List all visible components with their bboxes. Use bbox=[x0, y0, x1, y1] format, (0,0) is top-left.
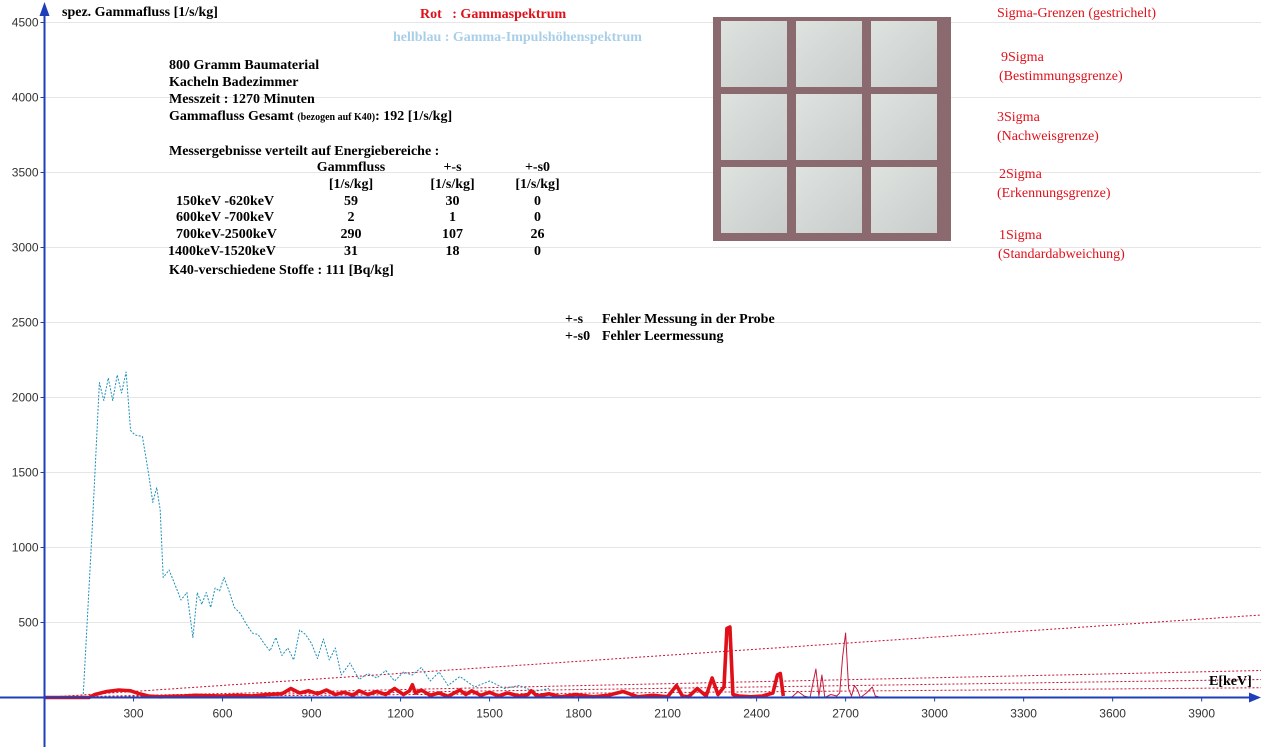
y-tick-label: 2000 bbox=[12, 391, 39, 405]
table-cell: 600keV -700keV bbox=[176, 210, 275, 226]
table-header-row: Gammfluss +-s +-s0 bbox=[168, 160, 574, 177]
table-header-cell: Gammfluss bbox=[316, 160, 386, 176]
y-tick-label: 4000 bbox=[12, 91, 39, 105]
table-unit-cell: [1/s/kg] bbox=[430, 177, 475, 193]
y-tick-label: 3000 bbox=[12, 241, 39, 255]
tile-image bbox=[796, 94, 862, 160]
table-unit-cell bbox=[168, 177, 298, 194]
sigma-2-label: 2Sigma bbox=[999, 167, 1042, 182]
sigma-line bbox=[44, 614, 1261, 698]
sigma-9-desc: (Bestimmungsgrenze) bbox=[999, 69, 1123, 84]
legend-red: Rot : Gammaspektrum bbox=[420, 7, 567, 22]
series-line bbox=[783, 632, 882, 698]
info-line-3: Messzeit : 1270 Minuten bbox=[169, 92, 315, 107]
series-line bbox=[44, 625, 786, 700]
x-tick-label: 2100 bbox=[654, 707, 681, 721]
x-tick-label: 3000 bbox=[921, 707, 948, 721]
table-unit-row: [1/s/kg] [1/s/kg] [1/s/kg] bbox=[168, 177, 574, 194]
note-s-key: +-s bbox=[565, 312, 584, 327]
table-cell: 0 bbox=[534, 210, 541, 226]
y-axis-label: spez. Gammafluss [1/s/kg] bbox=[62, 5, 218, 20]
x-tick-label: 600 bbox=[213, 707, 233, 721]
table-header-cell: +-s0 bbox=[524, 160, 551, 176]
info-line-4: Gammafluss Gesamt (bezogen auf K40): 192… bbox=[169, 108, 452, 126]
tile-image bbox=[871, 21, 937, 87]
tile-image bbox=[796, 21, 862, 87]
table-cell: 1400keV-1520keV bbox=[168, 243, 276, 259]
y-tick-label: 500 bbox=[18, 616, 38, 630]
series-lines bbox=[44, 371, 882, 700]
table-cell: 26 bbox=[530, 227, 545, 243]
note-s0-key: +-s0 bbox=[565, 329, 591, 344]
x-axis-label: E[keV] bbox=[1209, 674, 1252, 689]
note-s-text: Fehler Messung in der Probe bbox=[602, 312, 775, 327]
total-flux-label: Gammafluss Gesamt bbox=[169, 109, 294, 124]
table-cell: 290 bbox=[340, 227, 362, 243]
tile-image bbox=[721, 21, 787, 87]
x-axis-arrow bbox=[1249, 692, 1261, 703]
tile-image bbox=[871, 167, 937, 233]
y-tick-label: 2500 bbox=[12, 316, 39, 330]
results-heading: Messergebnisse verteilt auf Energieberei… bbox=[169, 144, 440, 159]
x-tick-label: 1500 bbox=[476, 707, 503, 721]
tile-image bbox=[796, 167, 862, 233]
sigma-1-desc: (Standardabweichung) bbox=[998, 247, 1125, 262]
table-row: 700keV-2500keV 290 107 26 bbox=[168, 227, 574, 244]
y-axis-arrow bbox=[39, 2, 50, 16]
x-tick-label: 2700 bbox=[832, 707, 859, 721]
table-cell: 107 bbox=[442, 227, 463, 243]
x-tick-label: 900 bbox=[302, 707, 322, 721]
table-header-cell: +-s bbox=[443, 160, 462, 176]
x-tick-label: 2400 bbox=[743, 707, 770, 721]
table-unit-cell: [1/s/kg] bbox=[328, 177, 374, 193]
table-cell: 700keV-2500keV bbox=[176, 227, 277, 243]
table-row: 1400keV-1520keV 31 18 0 bbox=[168, 243, 574, 260]
table-cell: 30 bbox=[445, 193, 460, 209]
table-row: 150keV -620keV 59 30 0 bbox=[168, 193, 574, 210]
y-tick-label: 1000 bbox=[12, 541, 39, 555]
legend-lightblue: hellblau : Gamma-Impulshöhenspektrum bbox=[393, 30, 642, 45]
total-flux-value: : 192 [1/s/kg] bbox=[375, 109, 453, 124]
tile-image bbox=[721, 167, 787, 233]
total-flux-note: (bezogen auf K40) bbox=[297, 112, 376, 123]
table-cell: 150keV -620keV bbox=[176, 193, 275, 209]
x-tick-label: 3600 bbox=[1099, 707, 1126, 721]
x-tick-label: 3300 bbox=[1010, 707, 1037, 721]
table-cell: 1 bbox=[449, 210, 456, 226]
sigma-2-desc: (Erkennungsgrenze) bbox=[997, 186, 1111, 201]
tiles-photo bbox=[713, 17, 951, 241]
sigma-title: Sigma-Grenzen (gestrichelt) bbox=[997, 6, 1156, 21]
table-cell: 0 bbox=[534, 243, 541, 259]
info-line-2: Kacheln Badezimmer bbox=[169, 75, 299, 90]
y-tick-label: 1500 bbox=[12, 466, 39, 480]
table-cell: 59 bbox=[344, 193, 358, 209]
sigma-3-label: 3Sigma bbox=[997, 110, 1040, 125]
x-tick-label: 3900 bbox=[1188, 707, 1215, 721]
sigma-lines bbox=[44, 614, 1261, 698]
tile-image bbox=[871, 94, 937, 160]
note-s0-text: Fehler Leermessung bbox=[602, 329, 724, 344]
sigma-line bbox=[44, 670, 1261, 698]
tile-image bbox=[721, 94, 787, 160]
sigma-9-label: 9Sigma bbox=[1001, 50, 1044, 65]
table-cell: 18 bbox=[445, 243, 460, 259]
x-tick-label: 300 bbox=[124, 707, 144, 721]
table-cell: 31 bbox=[344, 243, 358, 259]
x-tick-label: 1800 bbox=[565, 707, 592, 721]
info-line-1: 800 Gramm Baumaterial bbox=[169, 58, 320, 73]
table-cell: 0 bbox=[534, 193, 541, 209]
sigma-1-label: 1Sigma bbox=[999, 228, 1042, 243]
x-tick-label: 1200 bbox=[387, 707, 414, 721]
table-header-cell bbox=[168, 160, 298, 177]
table-unit-cell: [1/s/kg] bbox=[515, 177, 560, 193]
series-line bbox=[82, 371, 549, 698]
results-table: Gammfluss +-s +-s0 [1/s/kg] [1/s/kg] [1/… bbox=[168, 160, 574, 260]
y-tick-label: 4500 bbox=[12, 16, 39, 30]
table-row: 600keV -700keV 2 1 0 bbox=[168, 210, 574, 227]
sigma-3-desc: (Nachweisgrenze) bbox=[997, 129, 1099, 144]
table-cell: 2 bbox=[347, 210, 355, 226]
y-tick-label: 3500 bbox=[12, 166, 39, 180]
k40-result: K40-verschiedene Stoffe : 111 [Bq/kg] bbox=[169, 263, 394, 278]
